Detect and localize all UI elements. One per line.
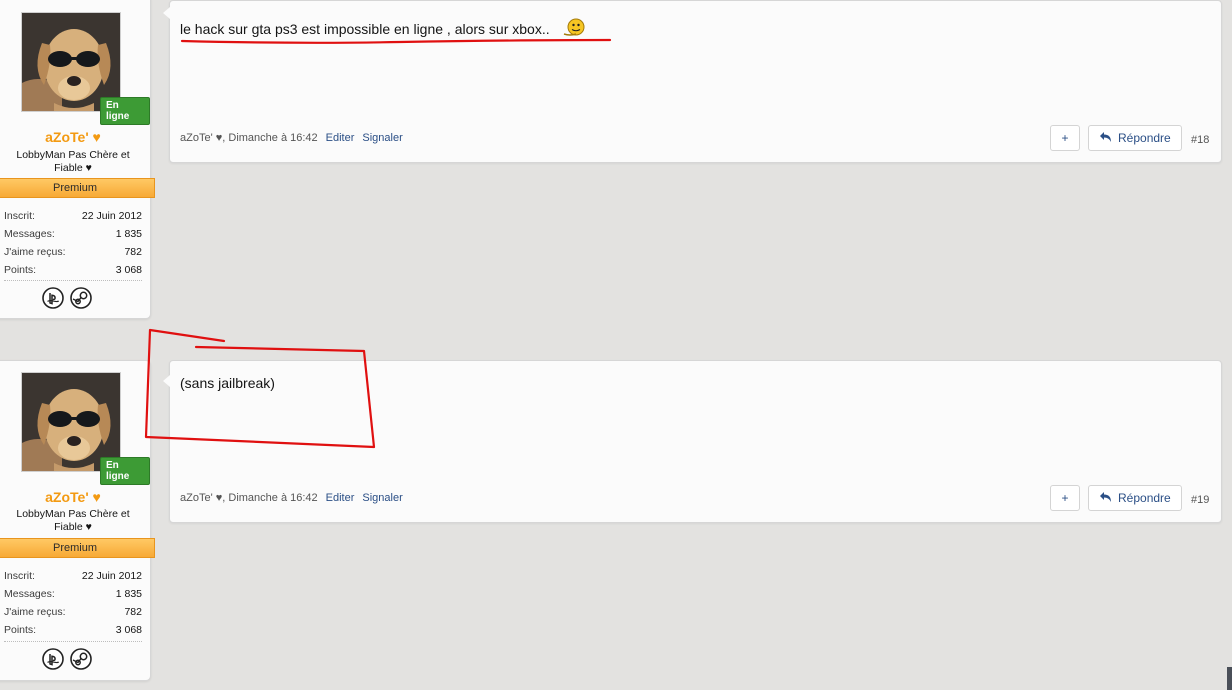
edit-link[interactable]: Editer <box>326 132 355 144</box>
stat-value: 22 Juin 2012 <box>81 210 142 222</box>
post-author[interactable]: aZoTe' ♥ <box>180 132 222 144</box>
user-title: LobbyMan Pas Chère et Fiable ♥ <box>16 508 130 533</box>
user-title: LobbyMan Pas Chère et Fiable ♥ <box>16 149 130 174</box>
platform-icons <box>42 648 92 670</box>
stat-label: Messages: <box>4 228 55 240</box>
stat-row: J'aime reçus: 782 <box>4 245 142 263</box>
premium-banner: Premium <box>0 538 155 558</box>
stat-row: J'aime reçus: 782 <box>4 605 142 623</box>
post-date[interactable]: , Dimanche à 16:42 <box>222 492 317 504</box>
username[interactable]: aZoTe' ♥ <box>0 489 150 505</box>
post-meta: aZoTe' ♥, Dimanche à 16:42 Editer Signaler <box>180 132 403 144</box>
stat-label: Inscrit: <box>4 570 35 582</box>
post-author[interactable]: aZoTe' ♥ <box>180 492 222 504</box>
divider <box>4 280 142 281</box>
multiquote-button[interactable]: + <box>1050 125 1080 151</box>
reply-button[interactable]: Répondre <box>1088 485 1182 511</box>
user-card: En ligne aZoTe' ♥ LobbyMan Pas Chère et … <box>0 360 155 681</box>
message-body: (sans jailbreak) <box>180 375 275 391</box>
stat-value: 22 Juin 2012 <box>81 570 142 582</box>
stat-label: Messages: <box>4 588 55 600</box>
user-stats: Inscrit: 22 Juin 2012 Messages: 1 835 J'ai… <box>4 209 142 281</box>
user-stats: Inscrit: 22 Juin 2012 Messages: 1 835 J'ai… <box>4 569 142 641</box>
divider <box>4 641 142 642</box>
message-pointer <box>163 7 170 19</box>
stat-label: J'aime reçus: <box>4 606 66 618</box>
steam-icon[interactable] <box>70 287 92 309</box>
stat-value: 782 <box>124 606 142 618</box>
report-link[interactable]: Signaler <box>362 492 402 504</box>
message-body: le hack sur gta ps3 est impossible en li… <box>180 21 550 37</box>
reply-label: Répondre <box>1118 491 1171 505</box>
multiquote-button[interactable]: + <box>1050 485 1080 511</box>
stat-value: 3 068 <box>115 624 142 636</box>
stat-value: 3 068 <box>115 264 142 276</box>
post-meta: aZoTe' ♥, Dimanche à 16:42 Editer Signaler <box>180 492 403 504</box>
username[interactable]: aZoTe' ♥ <box>0 129 150 145</box>
report-link[interactable]: Signaler <box>362 132 402 144</box>
stat-row: Messages: 1 835 <box>4 587 142 605</box>
reply-icon <box>1100 492 1111 502</box>
user-card: En ligne aZoTe' ♥ LobbyMan Pas Chère et … <box>0 0 155 319</box>
message-text: le hack sur gta ps3 est impossible en li… <box>180 18 586 38</box>
stat-row: Inscrit: 22 Juin 2012 <box>4 209 142 227</box>
stat-row: Messages: 1 835 <box>4 227 142 245</box>
message-box: le hack sur gta ps3 est impossible en li… <box>163 0 1222 163</box>
reply-label: Répondre <box>1118 131 1171 145</box>
stat-value[interactable]: 1 835 <box>116 587 142 605</box>
stat-value[interactable]: 1 835 <box>116 227 142 245</box>
stat-row: Points: 3 068 <box>4 623 142 641</box>
scrollbar-thumb[interactable] <box>1227 667 1232 690</box>
stat-value: 782 <box>124 246 142 258</box>
stat-label: Inscrit: <box>4 210 35 222</box>
stat-label: Points: <box>4 624 37 636</box>
message-box: (sans jailbreak) aZoTe' ♥, Dimanche à 16… <box>163 360 1222 523</box>
message-pointer <box>163 375 170 387</box>
message-text: (sans jailbreak) <box>180 375 275 391</box>
steam-icon[interactable] <box>70 648 92 670</box>
online-badge: En ligne <box>100 97 150 125</box>
platform-icons <box>42 287 92 309</box>
post-number[interactable]: #19 <box>1191 494 1209 506</box>
post-date[interactable]: , Dimanche à 16:42 <box>222 132 317 144</box>
reply-icon <box>1100 132 1111 142</box>
stat-row: Inscrit: 22 Juin 2012 <box>4 569 142 587</box>
stat-label: Points: <box>4 264 37 276</box>
reply-button[interactable]: Répondre <box>1088 125 1182 151</box>
edit-link[interactable]: Editer <box>326 492 355 504</box>
playstation-icon[interactable] <box>42 648 64 670</box>
post-number[interactable]: #18 <box>1191 134 1209 146</box>
smiley-icon <box>563 18 585 36</box>
online-badge: En ligne <box>100 457 150 485</box>
stat-label: J'aime reçus: <box>4 246 66 258</box>
playstation-icon[interactable] <box>42 287 64 309</box>
stat-row: Points: 3 068 <box>4 263 142 281</box>
premium-banner: Premium <box>0 178 155 198</box>
